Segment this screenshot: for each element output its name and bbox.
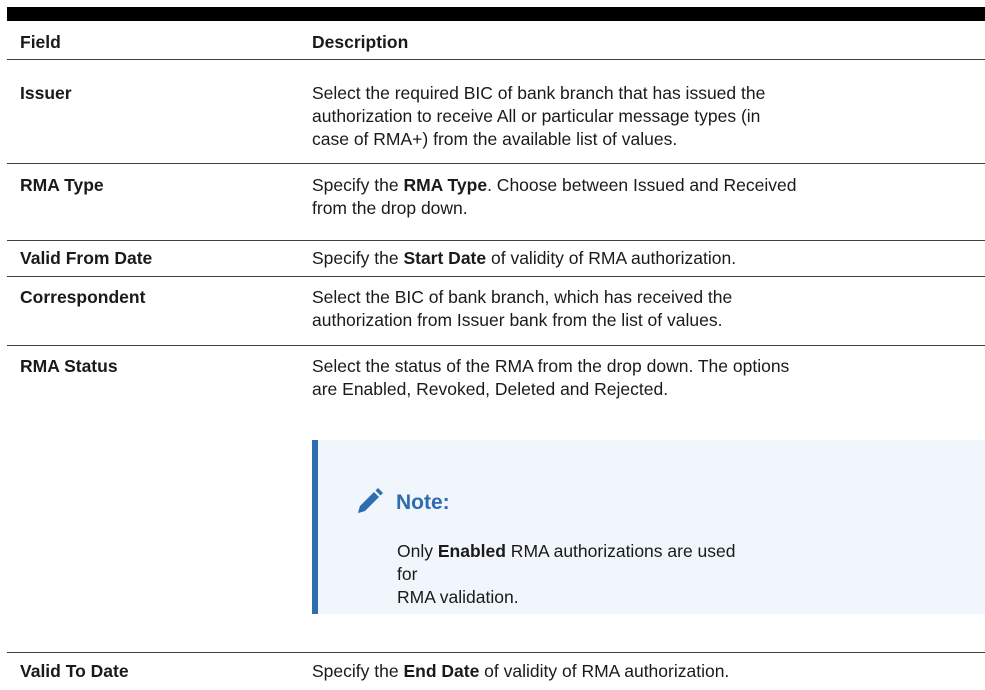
bold-term: Enabled — [437, 541, 506, 561]
description-rma-type: Specify the RMA Type. Choose between Iss… — [312, 174, 984, 220]
text-run: Specify the — [312, 661, 404, 681]
description-line: Select the status of the RMA from the dr… — [312, 356, 790, 376]
description-line: Select the required BIC of bank branch t… — [312, 83, 766, 103]
bold-term: End Date — [403, 661, 480, 681]
bold-term: Start Date — [403, 248, 487, 268]
note-line: RMA validation. — [397, 587, 519, 607]
field-correspondent: Correspondent — [20, 287, 146, 307]
text-run: Only — [397, 541, 438, 561]
description-line: Select the BIC of bank branch, which has… — [312, 287, 733, 307]
note-line: Only Enabled RMA authorizations are used… — [397, 540, 737, 586]
description-line: authorization from Issuer bank from the … — [312, 310, 723, 330]
text-run: Specify the — [312, 248, 404, 268]
description-line: Specify the RMA Type. Choose between Iss… — [312, 174, 984, 197]
field-rma-type: RMA Type — [20, 175, 104, 195]
description-line: from the drop down. — [312, 198, 468, 218]
description-line: case of RMA+) from the available list of… — [312, 129, 678, 149]
description-rma-status: Select the status of the RMA from the dr… — [312, 355, 984, 401]
note-title: Note: — [396, 490, 450, 514]
header-field: Field — [20, 32, 61, 52]
text-run: Specify the — [312, 175, 404, 195]
table-row: Valid From Date Specify the Start Date o… — [7, 241, 985, 277]
field-rma-status: RMA Status — [20, 356, 118, 376]
description-line: are Enabled, Revoked, Deleted and Reject… — [312, 379, 669, 399]
description-line: authorization to receive All or particul… — [312, 106, 761, 126]
text-run: of validity of RMA authorization. — [479, 661, 730, 681]
note-body: Only Enabled RMA authorizations are used… — [397, 540, 737, 609]
description-correspondent: Select the BIC of bank branch, which has… — [312, 286, 984, 332]
table-row: RMA Type Specify the RMA Type. Choose be… — [7, 164, 985, 241]
table-row: Correspondent Select the BIC of bank bra… — [7, 277, 985, 346]
header-description: Description — [312, 32, 409, 52]
field-valid-from-date: Valid From Date — [20, 248, 153, 268]
note-heading: Note: — [354, 487, 450, 517]
table-row: Issuer Select the required BIC of bank b… — [7, 60, 985, 164]
description-valid-from-date: Specify the Start Date of validity of RM… — [312, 247, 984, 270]
field-valid-to-date: Valid To Date — [20, 661, 129, 681]
note-callout: Note: Only Enabled RMA authorizations ar… — [312, 440, 985, 614]
description-issuer: Select the required BIC of bank branch t… — [312, 82, 984, 151]
field-issuer: Issuer — [20, 83, 72, 103]
table-row: Valid To Date Specify the End Date of va… — [7, 652, 985, 690]
description-valid-to-date: Specify the End Date of validity of RMA … — [312, 660, 984, 683]
pencil-icon — [354, 487, 384, 517]
text-run: of validity of RMA authorization. — [486, 248, 737, 268]
table-top-rule — [7, 7, 985, 21]
bold-term: RMA Type — [403, 175, 488, 195]
table-header-row: Field Description — [7, 21, 985, 60]
text-run: . Choose between Issued and Received — [487, 175, 797, 195]
